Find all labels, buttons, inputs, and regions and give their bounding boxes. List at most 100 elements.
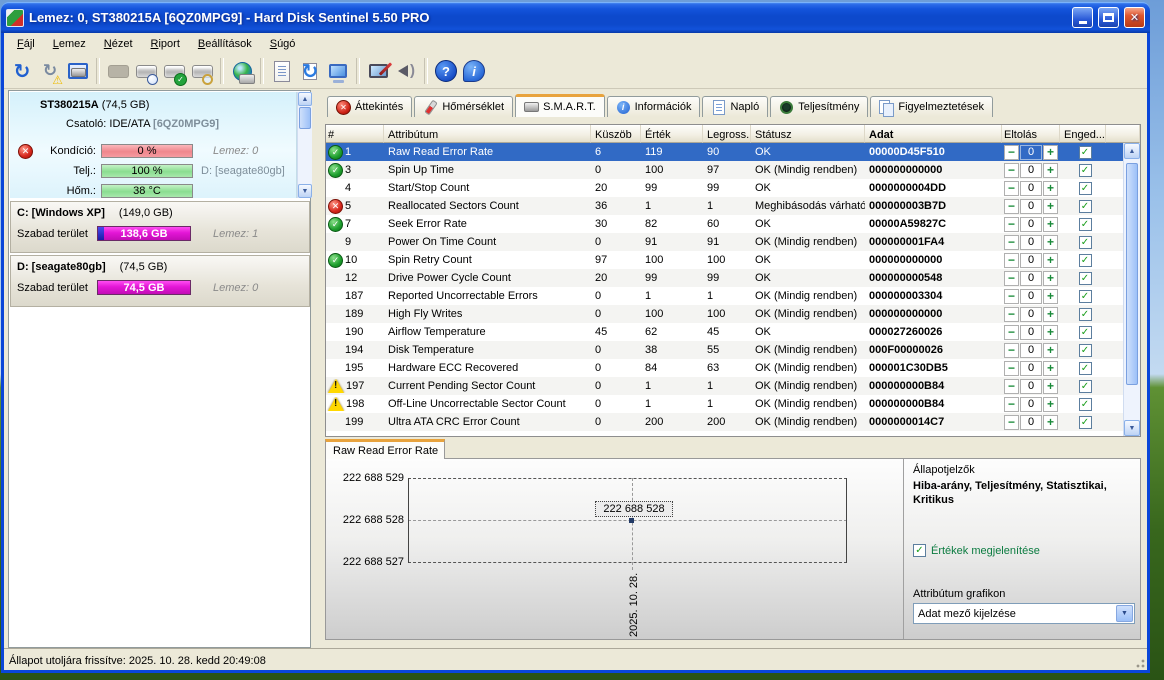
offset-decrease-button[interactable]: − [1004,415,1019,430]
resize-grip[interactable] [1133,656,1146,669]
menu-item-beállítások[interactable]: Beállítások [189,36,261,52]
menu-item-fájl[interactable]: Fájl [8,36,44,52]
table-row[interactable]: ✓3Spin Up Time010097OK (Mindig rendben)0… [326,161,1140,179]
offset-increase-button[interactable]: + [1043,361,1058,376]
enabled-checkbox[interactable]: ✓ [1079,236,1092,249]
column-header-1[interactable]: Attribútum [384,125,591,143]
enabled-checkbox[interactable]: ✓ [1079,398,1092,411]
menu-item-nézet[interactable]: Nézet [95,36,142,52]
offset-increase-button[interactable]: + [1043,253,1058,268]
column-header-8[interactable]: Enged... [1060,125,1106,143]
table-scroll-down-button[interactable]: ▼ [1124,420,1140,436]
tab-ttekints[interactable]: Áttekintés [327,96,412,117]
speaker-icon[interactable] [392,58,420,85]
offset-value[interactable]: 0 [1020,271,1042,286]
enabled-checkbox[interactable]: ✓ [1079,272,1092,285]
offset-decrease-button[interactable]: − [1004,199,1019,214]
offset-decrease-button[interactable]: − [1004,397,1019,412]
offset-value[interactable]: 0 [1020,379,1042,394]
tab-smart[interactable]: S.M.A.R.T. [515,94,605,117]
offset-increase-button[interactable]: + [1043,379,1058,394]
enabled-checkbox[interactable]: ✓ [1079,326,1092,339]
tab-teljestmny[interactable]: Teljesítmény [770,96,868,117]
offset-decrease-button[interactable]: − [1004,217,1019,232]
offset-increase-button[interactable]: + [1043,415,1058,430]
tab-informcik[interactable]: Információk [607,96,701,117]
table-scroll-up-button[interactable]: ▲ [1124,143,1140,159]
scroll-up-button[interactable]: ▲ [298,92,312,106]
offset-increase-button[interactable]: + [1043,289,1058,304]
offset-decrease-button[interactable]: − [1004,289,1019,304]
offset-value[interactable]: 0 [1020,397,1042,412]
sync-icon[interactable] [296,58,324,85]
table-row[interactable]: ✓1Raw Read Error Rate611990OK00000D45F51… [326,143,1140,161]
offset-decrease-button[interactable]: − [1004,235,1019,250]
table-row[interactable]: 199Ultra ATA CRC Error Count0200200OK (M… [326,413,1140,431]
offset-value[interactable]: 0 [1020,361,1042,376]
table-row[interactable]: 12Drive Power Cycle Count209999OK0000000… [326,269,1140,287]
table-row[interactable]: ✕5Reallocated Sectors Count3611Meghibáso… [326,197,1140,215]
enabled-checkbox[interactable]: ✓ [1079,344,1092,357]
chevron-down-icon[interactable]: ▼ [1116,605,1133,622]
table-scrollbar[interactable]: ▲ ▼ [1123,143,1140,436]
enabled-checkbox[interactable]: ✓ [1079,416,1092,429]
enabled-checkbox[interactable]: ✓ [1079,182,1092,195]
offset-increase-button[interactable]: + [1043,343,1058,358]
offset-decrease-button[interactable]: − [1004,343,1019,358]
tab-figyelmeztetsek[interactable]: Figyelmeztetések [870,96,993,117]
offset-value[interactable]: 0 [1020,325,1042,340]
offset-increase-button[interactable]: + [1043,397,1058,412]
column-header-0[interactable]: # [326,125,384,143]
column-header-6[interactable]: Adat [865,125,1002,143]
column-header-2[interactable]: Küszöb [591,125,641,143]
help-icon[interactable] [432,58,460,85]
column-header-5[interactable]: Státusz [751,125,865,143]
offset-value[interactable]: 0 [1020,145,1042,160]
table-row[interactable]: ✓7Seek Error Rate308260OK00000A59827C−0+… [326,215,1140,233]
show-values-checkbox[interactable]: ✓ [913,544,926,557]
disk-summary-box[interactable]: ST380215A (74,5 GB) Csatoló: IDE/ATA [6Q… [10,92,297,198]
table-row[interactable]: 195Hardware ECC Recovered08463OK (Mindig… [326,359,1140,377]
offset-value[interactable]: 0 [1020,235,1042,250]
disk-check-icon[interactable] [160,58,188,85]
offset-value[interactable]: 0 [1020,199,1042,214]
offset-decrease-button[interactable]: − [1004,145,1019,160]
column-header-7[interactable]: Eltolás [1002,125,1060,143]
table-row[interactable]: 189High Fly Writes0100100OK (Mindig rend… [326,305,1140,323]
menu-item-riport[interactable]: Riport [142,36,189,52]
offset-value[interactable]: 0 [1020,253,1042,268]
enabled-checkbox[interactable]: ✓ [1079,254,1092,267]
enabled-checkbox[interactable]: ✓ [1079,146,1092,159]
enabled-checkbox[interactable]: ✓ [1079,200,1092,213]
info-icon[interactable] [460,58,488,85]
enabled-checkbox[interactable]: ✓ [1079,362,1092,375]
offset-increase-button[interactable]: + [1043,325,1058,340]
minimize-button[interactable] [1072,7,1093,28]
close-button[interactable]: ✕ [1124,7,1145,28]
table-row[interactable]: 9Power On Time Count09191OK (Mindig rend… [326,233,1140,251]
refresh-icon[interactable] [8,58,36,85]
menu-item-súgó[interactable]: Súgó [261,36,305,52]
offset-decrease-button[interactable]: − [1004,379,1019,394]
offset-decrease-button[interactable]: − [1004,271,1019,286]
table-row[interactable]: 198Off-Line Uncorrectable Sector Count01… [326,395,1140,413]
offset-decrease-button[interactable]: − [1004,325,1019,340]
enabled-checkbox[interactable]: ✓ [1079,164,1092,177]
offset-increase-button[interactable]: + [1043,145,1058,160]
table-row[interactable]: 197Current Pending Sector Count011OK (Mi… [326,377,1140,395]
offset-value[interactable]: 0 [1020,181,1042,196]
chart-attribute-tab[interactable]: Raw Read Error Rate [325,439,445,459]
table-row[interactable]: ✓10Spin Retry Count97100100OK00000000000… [326,251,1140,269]
scroll-thumb[interactable] [299,107,311,129]
show-values-option[interactable]: ✓ Értékek megjelenítése [913,544,1040,557]
offset-increase-button[interactable]: + [1043,235,1058,250]
offset-increase-button[interactable]: + [1043,199,1058,214]
tab-hmrsklet[interactable]: Hőmérséklet [414,96,513,117]
network-icon[interactable] [324,58,352,85]
offset-value[interactable]: 0 [1020,289,1042,304]
enabled-checkbox[interactable]: ✓ [1079,290,1092,303]
table-row[interactable]: 187Reported Uncorrectable Errors011OK (M… [326,287,1140,305]
offset-value[interactable]: 0 [1020,415,1042,430]
column-header-4[interactable]: Legross... [703,125,751,143]
monitor-pen-icon[interactable] [364,58,392,85]
